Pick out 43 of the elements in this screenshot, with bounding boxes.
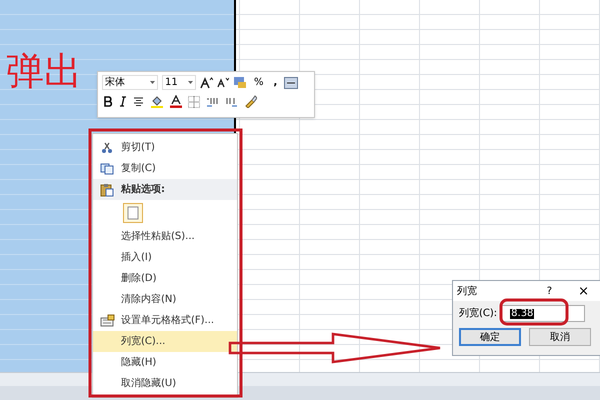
column-width-input[interactable]: 8.38 (501, 305, 586, 322)
close-button[interactable]: × (578, 284, 589, 298)
menu-item[interactable]: 插入(I) (93, 247, 237, 268)
menu-item[interactable]: 隐藏(H) (93, 352, 237, 373)
paste-button-icon[interactable] (123, 203, 143, 223)
font-size-field[interactable]: 11 (162, 75, 196, 90)
dialog-title: 列宽 (457, 284, 477, 298)
dropdown-caret-icon (150, 81, 155, 84)
align-center-icon[interactable] (133, 96, 144, 107)
menu-item[interactable]: 剪切(T) (93, 137, 237, 158)
help-button[interactable]: ? (546, 284, 552, 298)
menu-item[interactable]: 设置单元格格式(F)... (93, 310, 237, 331)
field-label: 列宽(C): (459, 306, 498, 321)
menu-item[interactable]: 列宽(C)... (93, 331, 237, 352)
shrink-font-icon[interactable] (217, 77, 229, 88)
menu-item[interactable]: 删除(D) (93, 268, 237, 289)
dialog-button[interactable]: 确定 (459, 328, 521, 346)
italic-icon[interactable] (119, 96, 127, 107)
fill-color-icon[interactable] (150, 95, 164, 108)
menu-section-header: 粘贴选项: (93, 179, 237, 200)
borders-icon[interactable] (188, 96, 200, 108)
menu-item[interactable]: 清除内容(N) (93, 289, 237, 310)
decrease-decimal-icon[interactable] (225, 96, 238, 108)
scissors-icon (101, 142, 113, 154)
dialog-button[interactable]: 取消 (529, 328, 591, 346)
increase-decimal-icon[interactable] (206, 96, 219, 108)
menu-item[interactable]: 选择性粘贴(S)... (93, 226, 237, 247)
font-color-icon[interactable] (170, 95, 182, 108)
font-field[interactable]: 宋体 (102, 75, 158, 90)
input-highlight (499, 298, 569, 326)
copy-icon (100, 162, 114, 174)
comma-style-button[interactable]: , (270, 75, 280, 90)
format-painter-icon[interactable] (244, 95, 257, 108)
merge-cells-icon[interactable] (284, 76, 298, 88)
percent-style-button[interactable]: % (251, 75, 267, 90)
menu-item[interactable]: 取消隐藏(U) (93, 373, 237, 394)
grow-font-icon[interactable] (200, 76, 213, 88)
menu-item[interactable]: 复制(C) (93, 158, 237, 179)
format-cells-icon (100, 314, 114, 327)
clipboard-icon (100, 182, 114, 196)
annotation-text: 弹出 (6, 52, 82, 90)
bold-icon[interactable] (104, 96, 113, 107)
dropdown-caret-icon (188, 81, 193, 84)
